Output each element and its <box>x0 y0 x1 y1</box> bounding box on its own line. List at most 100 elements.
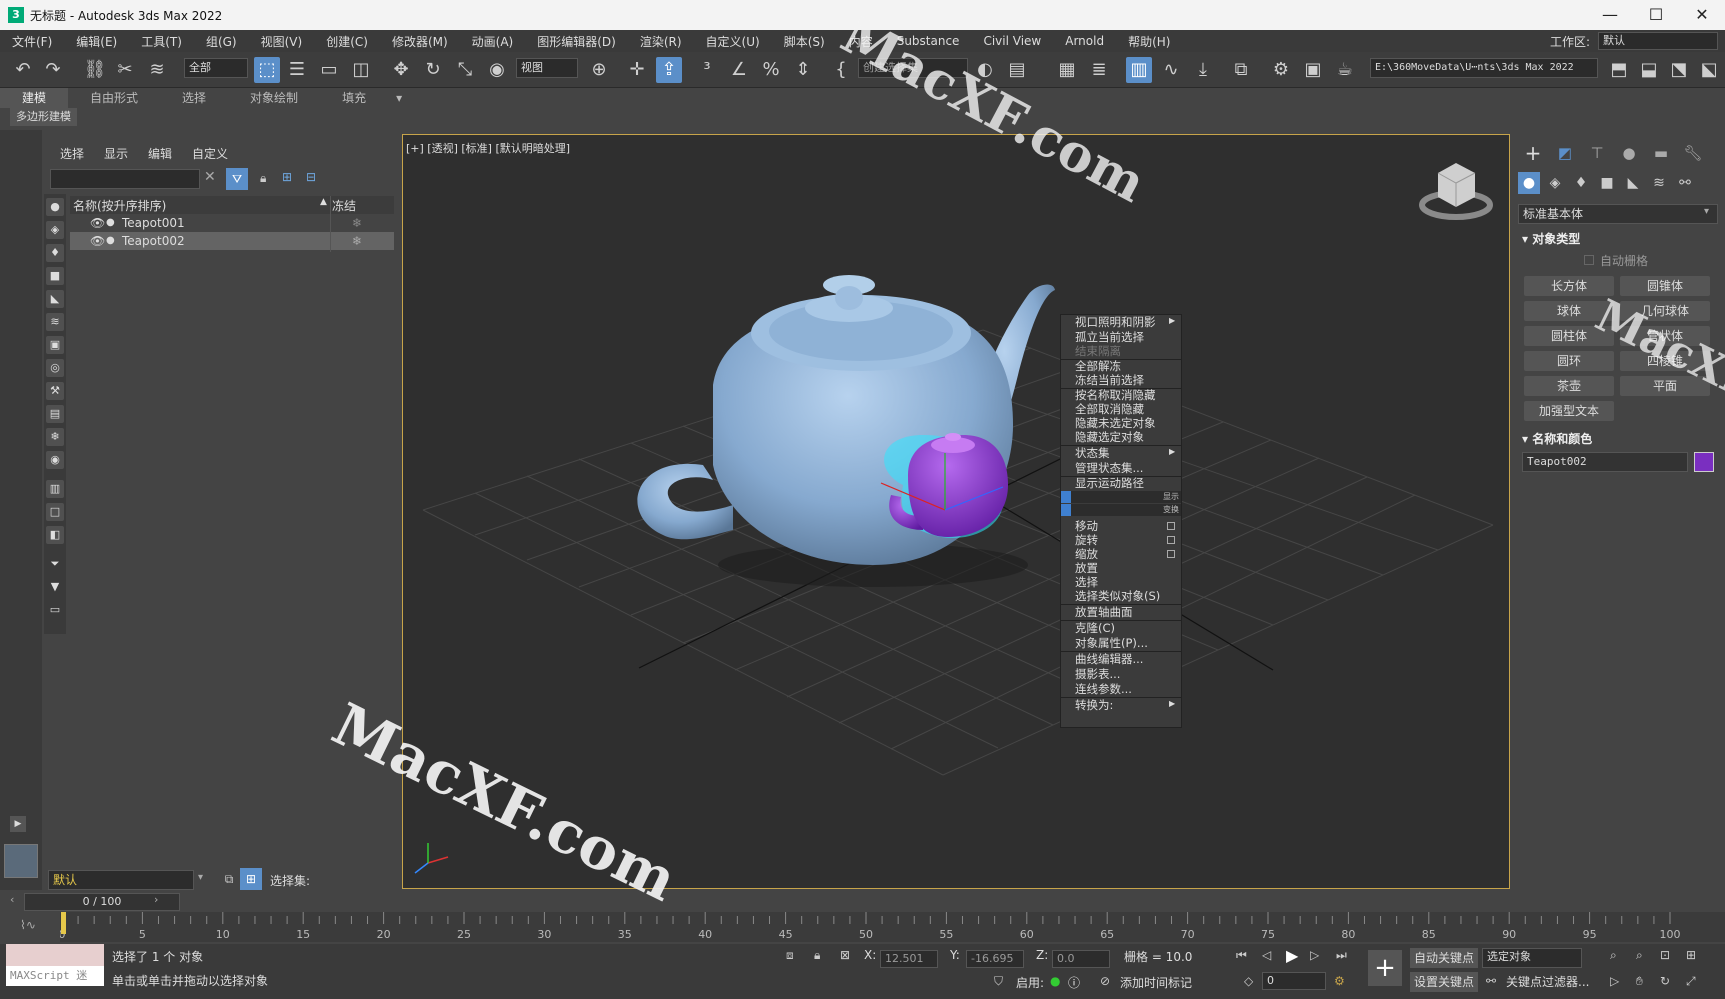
ribbon-tab-modeling[interactable]: 建模 <box>0 88 69 108</box>
curve-editor-toggle-icon[interactable]: ⌇∿ <box>20 918 36 932</box>
menu-rendering[interactable]: 渲染(R) <box>628 33 694 50</box>
render-toggle-icon[interactable]: ● <box>106 232 115 250</box>
menu-item-unhide-all[interactable]: 全部取消隐藏 <box>1075 402 1179 417</box>
explorer-menu-select[interactable]: 选择 <box>60 145 84 162</box>
layer-dropdown-icon[interactable]: ▾ <box>198 872 203 883</box>
hierarchy-tab-icon[interactable]: ⊤ <box>1586 142 1608 164</box>
auto-key-button[interactable]: 自动关键点 <box>1410 948 1479 968</box>
settings-box-icon[interactable] <box>1167 536 1175 544</box>
create-tab-icon[interactable]: + <box>1522 142 1544 164</box>
cameras-icon[interactable]: ■ <box>1596 172 1618 194</box>
pan-icon[interactable]: ✋︎ <box>1636 974 1643 989</box>
absolute-mode-icon[interactable]: ⊠ <box>840 948 850 962</box>
menu-graph-editors[interactable]: 图形编辑器(D) <box>525 33 628 50</box>
spacewarps-icon[interactable]: ≋ <box>1648 172 1670 194</box>
menu-item-unfreeze-all[interactable]: 全部解冻 <box>1075 359 1179 374</box>
spinner-snap-icon[interactable]: ⇕ <box>790 57 816 83</box>
menu-item-place-pivot-surface[interactable]: 放置轴曲面 <box>1075 605 1179 620</box>
schematic-view-icon[interactable]: ⤓ <box>1190 57 1216 83</box>
menu-item-state-sets[interactable]: 状态集 <box>1075 446 1179 461</box>
column-freeze-header[interactable]: 冻结 <box>332 197 356 214</box>
move-icon[interactable]: ✥ <box>388 57 414 83</box>
clear-search-icon[interactable]: ✕ <box>204 169 216 185</box>
menu-item-rotate[interactable]: 旋转 <box>1075 533 1179 548</box>
menu-arnold[interactable]: Arnold <box>1053 34 1116 48</box>
display-tab-icon[interactable]: ▬ <box>1650 142 1672 164</box>
ribbon-tab-selection[interactable]: 选择 <box>160 88 228 108</box>
menu-item-scale[interactable]: 缩放 <box>1075 547 1179 562</box>
maxscript-input[interactable]: MAXScript 迷 <box>6 966 104 986</box>
menu-civil-view[interactable]: Civil View <box>971 34 1053 48</box>
zoom-extents-icon[interactable]: ⊡ <box>1660 948 1670 962</box>
cone-button[interactable]: 圆锥体 <box>1620 276 1710 296</box>
helpers-icon[interactable]: ◣ <box>1622 172 1644 194</box>
perspective-viewport[interactable] <box>402 134 1510 889</box>
invert-display-icon[interactable]: ◧ <box>46 526 64 544</box>
zoom-extents-all-icon[interactable]: ⊞ <box>1686 948 1696 962</box>
teapot-button[interactable]: 茶壶 <box>1524 376 1614 396</box>
viewport-label-menu[interactable]: [+] [透视] [标准] [默认明暗处理] <box>406 140 570 156</box>
viewport-layout-icon[interactable] <box>4 844 38 878</box>
zoom-icon[interactable]: ⌕ <box>1610 948 1617 963</box>
current-frame-field[interactable]: 0 <box>1262 972 1326 990</box>
sort-icon[interactable]: ⊟ <box>306 170 316 184</box>
groups-filter-icon[interactable]: ▣ <box>46 336 64 354</box>
geometry-icon[interactable]: ● <box>1518 172 1540 194</box>
adaptive-degradation-icon[interactable]: ⛉ <box>994 974 1003 989</box>
menu-item-object-properties[interactable]: 对象属性(P)... <box>1075 636 1179 651</box>
selection-lock-icon[interactable]: 🔒︎ <box>814 948 820 963</box>
utilities-tab-icon[interactable]: 🔧︎ <box>1682 142 1704 164</box>
menu-item-move[interactable]: 移动 <box>1075 519 1179 534</box>
rollout-object-type[interactable]: ▾ 对象类型 <box>1522 230 1580 247</box>
frozen-filter-icon[interactable]: ❄ <box>46 428 64 446</box>
container-icon[interactable]: ⬒ <box>1606 57 1632 83</box>
menu-item-freeze-selection[interactable]: 冻结当前选择 <box>1075 373 1179 388</box>
align-icon[interactable]: ▤ <box>1004 57 1030 83</box>
menu-item-unhide-by-name[interactable]: 按名称取消隐藏 <box>1075 388 1179 403</box>
menu-animation[interactable]: 动画(A) <box>460 33 526 50</box>
systems-icon[interactable]: ⚯ <box>1674 172 1696 194</box>
ribbon-tab-object-paint[interactable]: 对象绘制 <box>228 88 320 108</box>
freeze-icon[interactable]: ❄ <box>352 232 362 250</box>
window-crossing-icon[interactable]: ◫ <box>348 57 374 83</box>
lights-icon[interactable]: ♦ <box>1570 172 1592 194</box>
explorer-menu-edit[interactable]: 编辑 <box>148 145 172 162</box>
lock-icon[interactable]: 🔒︎ <box>260 171 266 186</box>
render-production-icon[interactable]: ☕ <box>1332 57 1358 83</box>
key-filters-button[interactable]: 关键点过滤器... <box>1502 972 1593 992</box>
helpers-filter-icon[interactable]: ◣ <box>46 290 64 308</box>
angle-snap-icon[interactable]: ∠ <box>726 57 752 83</box>
object-category-select[interactable]: 标准基本体 <box>1518 204 1718 224</box>
timeline-track[interactable]: 0 5 10 15 20 25 30 35 40 45 50 55 60 65 70 75 80 85 90 95 10… <box>59 912 1725 942</box>
teapot001-mesh[interactable] <box>637 275 1055 587</box>
menu-modifiers[interactable]: 修改器(M) <box>380 33 460 50</box>
layer-select[interactable]: 默认 <box>48 870 194 890</box>
ribbon-tab-populate[interactable]: 填充 <box>320 88 388 108</box>
y-coordinate-field[interactable]: -16.695 <box>966 950 1024 968</box>
render-setup-icon[interactable]: ⚙ <box>1268 57 1294 83</box>
menu-item-dope-sheet[interactable]: 摄影表... <box>1075 667 1179 682</box>
zoom-all-icon[interactable]: ⌕ <box>1636 948 1643 963</box>
spacewarps-filter-icon[interactable]: ≋ <box>46 313 64 331</box>
previous-frame-icon[interactable]: ◁ <box>1262 948 1271 962</box>
containers-filter-icon[interactable]: ▤ <box>46 405 64 423</box>
viewcube-icon[interactable] <box>1419 163 1493 220</box>
menu-create[interactable]: 创建(C) <box>314 33 380 50</box>
menu-tools[interactable]: 工具(T) <box>129 33 194 50</box>
workspace-select[interactable]: 默认 <box>1598 32 1718 50</box>
menu-item-clone[interactable]: 克隆(C) <box>1075 621 1179 636</box>
menu-item-display-trajectory[interactable]: 显示运动路径 <box>1075 476 1179 491</box>
reference-coordinate-select[interactable]: 视图 <box>516 58 578 78</box>
expand-arrow-icon[interactable]: ▶ <box>10 816 26 832</box>
toggle-layer-explorer-icon[interactable]: ≣ <box>1086 57 1112 83</box>
table-row[interactable]: 👁︎ ● Teapot002 ❄ <box>70 232 394 250</box>
menu-item-hide-selection[interactable]: 隐藏选定对象 <box>1075 430 1179 445</box>
select-by-name-icon[interactable]: ☰ <box>284 57 310 83</box>
z-coordinate-field[interactable]: 0.0 <box>1052 950 1110 968</box>
object-color-swatch[interactable] <box>1694 452 1714 472</box>
percent-snap-icon[interactable]: % <box>758 57 784 83</box>
unlink-icon[interactable]: ✂ <box>112 57 138 83</box>
hidden-filter-icon[interactable]: ◉ <box>46 451 64 469</box>
menu-item-place[interactable]: 放置 <box>1075 561 1179 576</box>
menu-item-manage-state-sets[interactable]: 管理状态集... <box>1075 461 1179 476</box>
